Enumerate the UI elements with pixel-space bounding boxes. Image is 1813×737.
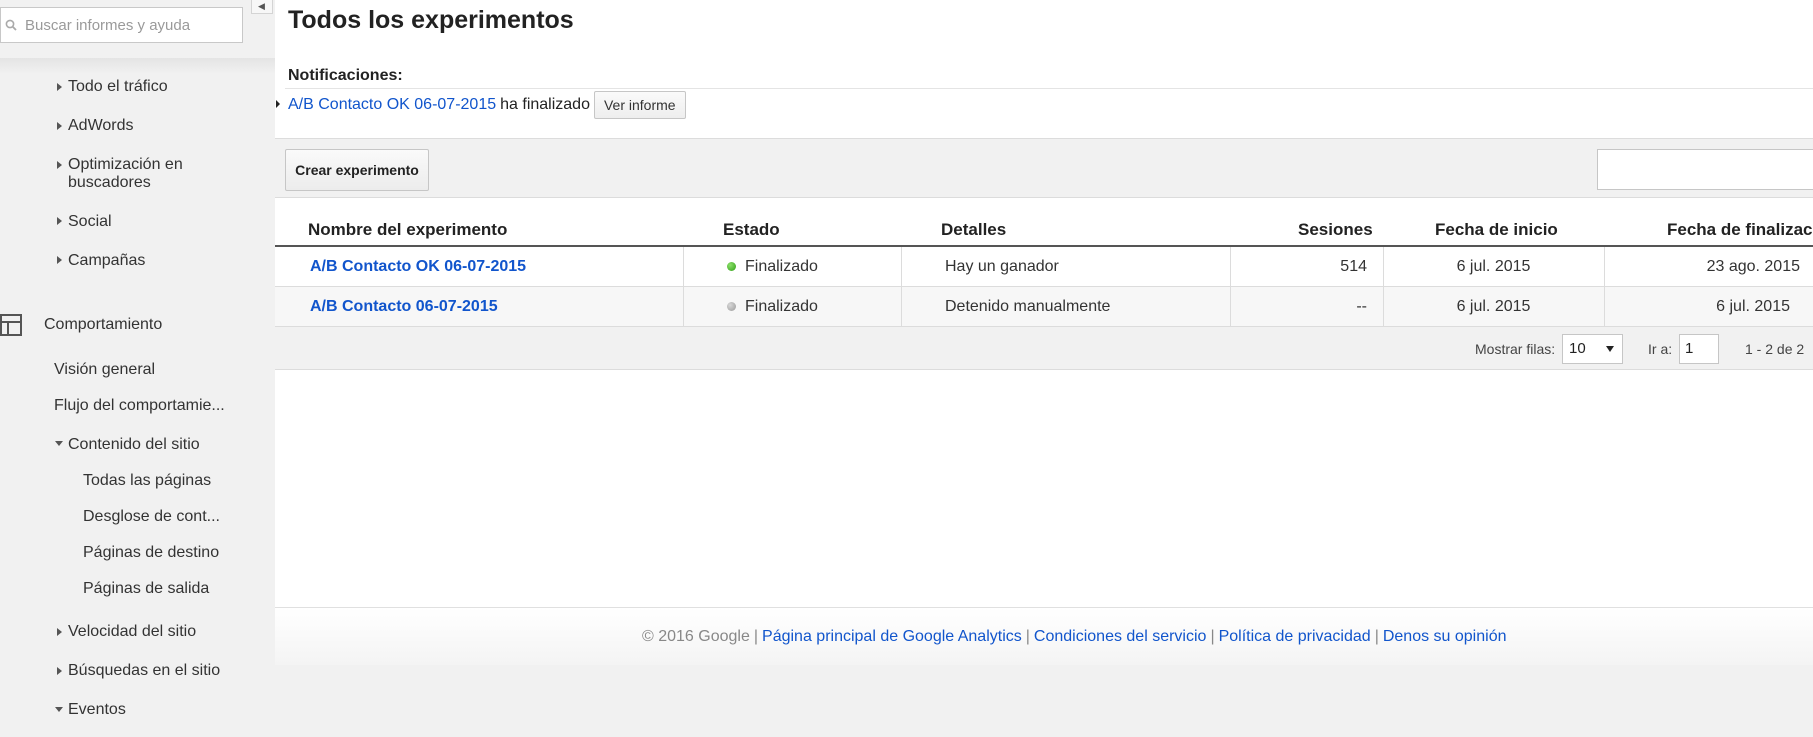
notification-experiment-link[interactable]: A/B Contacto OK 06-07-2015 — [288, 96, 496, 113]
rows-per-page-label: Mostrar filas: — [1475, 341, 1556, 357]
caret-down-icon — [55, 441, 63, 446]
column-header-sessions[interactable]: Sesiones — [1298, 220, 1373, 240]
caret-right-icon — [57, 667, 62, 675]
collapse-sidebar-button[interactable]: ◀ — [251, 0, 273, 14]
table-pagination: Mostrar filas: 10 Ir a: 1 1 - 2 de 2 — [275, 327, 1813, 370]
table-header: Nombre del experimento Estado Detalles S… — [275, 198, 1813, 247]
notification-item: A/B Contacto OK 06-07-2015 ha finalizado V… — [288, 90, 686, 120]
details-cell: Detenido manualmente — [945, 298, 1111, 315]
sidebar-item-campaigns[interactable]: Campañas — [68, 252, 145, 270]
behaviour-icon — [0, 314, 22, 336]
sessions-cell: 514 — [1340, 258, 1367, 275]
filter-input[interactable] — [1597, 149, 1813, 190]
footer-link-terms[interactable]: Condiciones del servicio — [1034, 628, 1207, 645]
sidebar-item-exit-pages[interactable]: Páginas de salida — [83, 580, 209, 598]
sidebar-item-site-speed[interactable]: Velocidad del sitio — [68, 623, 196, 641]
start-date-cell: 6 jul. 2015 — [1456, 298, 1531, 315]
sidebar-divider — [0, 58, 275, 74]
caret-right-icon — [57, 122, 62, 130]
sidebar-item-events[interactable]: Eventos — [68, 701, 126, 719]
status-dot-icon — [727, 262, 736, 271]
sidebar-item-social[interactable]: Social — [68, 213, 112, 231]
sidebar: ◀ Todo el tráfico AdWords Optimización e… — [0, 0, 275, 737]
sidebar-item-behaviour-flow[interactable]: Flujo del comportamie... — [54, 397, 225, 415]
rows-per-page-select[interactable]: 10 — [1562, 334, 1623, 364]
sidebar-item-seo[interactable]: Optimización en — [68, 156, 183, 174]
search-input[interactable] — [25, 15, 235, 35]
create-experiment-button[interactable]: Crear experimento — [285, 149, 429, 191]
goto-page-input[interactable]: 1 — [1679, 334, 1719, 364]
table-row: A/B Contacto OK 06-07-2015 Finalizado Ha… — [275, 247, 1813, 287]
table-row: A/B Contacto 06-07-2015 Finalizado Deten… — [275, 287, 1813, 327]
notification-text: ha finalizado — [500, 96, 590, 113]
caret-right-icon — [57, 217, 62, 225]
notifications-divider — [285, 88, 1813, 89]
main-content: Todos los experimentos Notificaciones: A… — [275, 0, 1813, 665]
status-dot-icon — [727, 302, 736, 311]
experiment-link[interactable]: A/B Contacto OK 06-07-2015 — [310, 258, 526, 275]
caret-down-icon — [55, 707, 63, 712]
sidebar-item-adwords[interactable]: AdWords — [68, 117, 134, 135]
status-cell: Finalizado — [727, 247, 818, 286]
sidebar-item-content-drilldown[interactable]: Desglose de cont... — [83, 508, 220, 526]
caret-right-icon — [57, 256, 62, 264]
sidebar-item-all-pages[interactable]: Todas las páginas — [83, 472, 211, 490]
sidebar-item-site-search[interactable]: Búsquedas en el sitio — [68, 662, 220, 680]
end-date-cell: 6 jul. 2015 — [1716, 298, 1790, 315]
footer-link-feedback[interactable]: Denos su opinión — [1383, 628, 1507, 645]
column-header-status[interactable]: Estado — [723, 220, 780, 240]
notifications-label: Notificaciones: — [288, 67, 403, 84]
search-box[interactable] — [0, 7, 243, 43]
column-header-name[interactable]: Nombre del experimento — [308, 220, 507, 240]
experiment-link[interactable]: A/B Contacto 06-07-2015 — [310, 298, 498, 315]
column-header-details[interactable]: Detalles — [941, 220, 1006, 240]
sidebar-item-overview[interactable]: Visión general — [54, 361, 155, 379]
page-footer: © 2016 Google | Página principal de Google… — [275, 607, 1813, 665]
sidebar-item-landing-pages[interactable]: Páginas de destino — [83, 544, 219, 562]
page-title: Todos los experimentos — [288, 6, 574, 34]
column-header-end-date[interactable]: Fecha de finalizació — [1667, 220, 1813, 240]
details-cell: Hay un ganador — [945, 258, 1059, 275]
dropdown-arrow-icon — [1606, 346, 1614, 352]
row-range-label: 1 - 2 de 2 — [1745, 341, 1805, 357]
chevron-left-icon: ◀ — [258, 1, 265, 11]
bullet-icon — [276, 100, 280, 108]
caret-right-icon — [57, 161, 62, 169]
footer-link-privacy[interactable]: Política de privacidad — [1219, 628, 1371, 645]
status-cell: Finalizado — [727, 287, 818, 326]
caret-right-icon — [57, 83, 62, 91]
column-header-start-date[interactable]: Fecha de inicio — [1435, 220, 1558, 240]
start-date-cell: 6 jul. 2015 — [1456, 258, 1531, 275]
sidebar-item-all-traffic[interactable]: Todo el tráfico — [68, 78, 168, 96]
sidebar-section-behaviour[interactable]: Comportamiento — [44, 316, 162, 334]
end-date-cell: 23 ago. 2015 — [1706, 258, 1800, 275]
sidebar-item-site-content[interactable]: Contenido del sitio — [68, 436, 200, 454]
caret-right-icon — [57, 628, 62, 636]
goto-label: Ir a: — [1648, 341, 1673, 357]
toolbar: Crear experimento — [275, 138, 1813, 198]
search-icon — [5, 19, 17, 31]
view-report-button[interactable]: Ver informe — [593, 90, 686, 119]
sessions-cell: -- — [1356, 298, 1367, 315]
copyright: © 2016 Google — [642, 628, 750, 645]
sidebar-item-seo-line2[interactable]: buscadores — [68, 174, 151, 192]
footer-link-analytics-home[interactable]: Página principal de Google Analytics — [762, 628, 1022, 645]
